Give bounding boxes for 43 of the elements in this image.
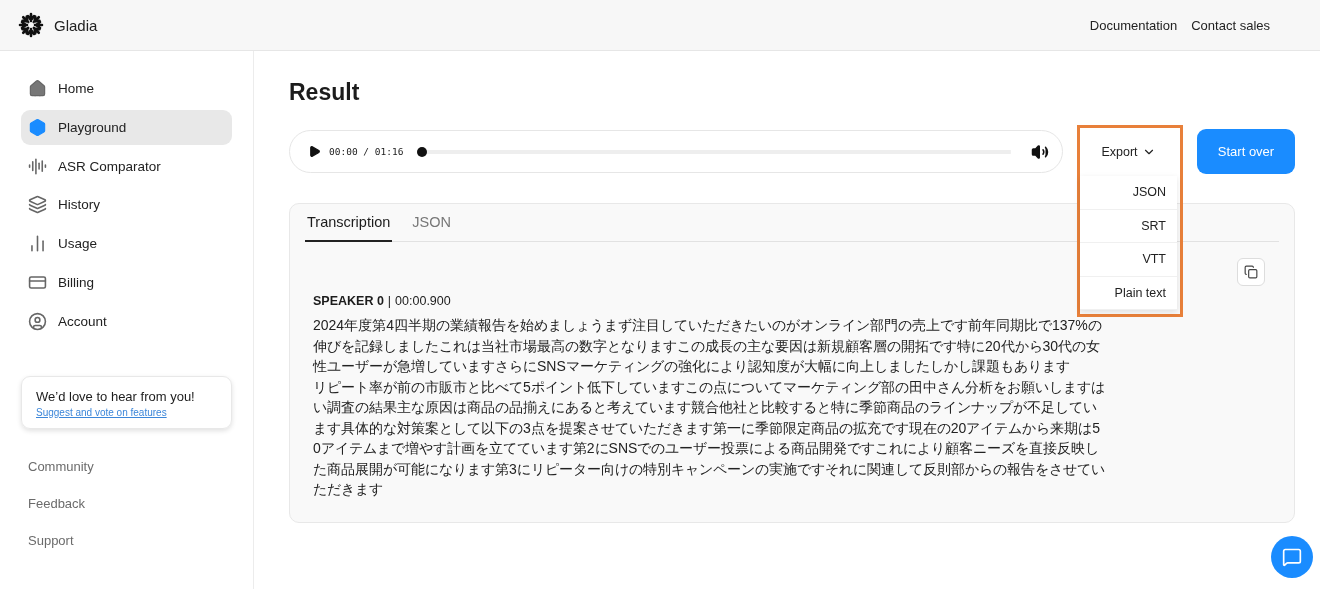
user-icon: [28, 311, 47, 331]
sidebar-item[interactable]: Usage: [21, 226, 232, 262]
seek-thumb[interactable]: [417, 146, 428, 157]
chat-icon: [1282, 547, 1302, 567]
card-icon: [28, 273, 47, 292]
chat-button[interactable]: [1271, 536, 1313, 578]
play-icon[interactable]: [308, 145, 321, 158]
transcript-paragraph: リピート率が前の市販市と比べて5ポイント低下していますこの点についてマーケティング部の田中さん分析をお願いしますはい調査の結果主な原因は商品の品揃えにあると考えています競合他社と比較すると特に季節商品のラインナップが不足しています具体的な対策案として以下の3点を提案させていただきます第一に季節限定商品の拡充です現在の20アイテムから来期は50アイテムまで増やす計画を立てています第2にSNSでのユーザー投票による商品開発ですこれにより顧客ニーズを直接反映した商品展開が可能になります第3にリピーター向けの特別キャンペーンの実施ですそれに関連して反則部からの報告をさせていただきます: [313, 377, 1105, 499]
cube-icon: [28, 117, 47, 137]
layers-icon: [28, 195, 47, 215]
feedback-title: We’d love to hear from you!: [36, 388, 196, 404]
footer-link[interactable]: Support: [28, 532, 232, 548]
brand-name: Gladia: [54, 16, 98, 34]
tab[interactable]: Transcription: [305, 214, 393, 242]
export-option[interactable]: JSON: [1080, 176, 1177, 210]
sidebar-item[interactable]: Home: [21, 71, 232, 106]
export-option[interactable]: VTT: [1080, 243, 1177, 277]
timestamp: 00:00.900: [395, 294, 451, 308]
page-title: Result: [289, 79, 361, 106]
sidebar-item[interactable]: History: [21, 187, 232, 223]
playback-time: 00:00 / 01:16: [329, 146, 404, 157]
export-option[interactable]: Plain text: [1080, 276, 1177, 310]
header-link[interactable]: Contact sales: [1191, 17, 1270, 33]
copy-icon: [1244, 265, 1258, 279]
copy-button[interactable]: [1237, 258, 1265, 286]
footer-link[interactable]: Community: [28, 458, 232, 474]
bar-chart-icon: [28, 234, 47, 254]
sidebar-item[interactable]: ASR Comparator: [21, 148, 232, 184]
speaker-label: SPEAKER 0: [313, 294, 384, 308]
sidebar-item[interactable]: Account: [21, 303, 232, 339]
footer-link[interactable]: Feedback: [28, 495, 232, 511]
sidebar-item[interactable]: Playground: [21, 109, 232, 145]
house-icon: [28, 79, 47, 98]
export-option[interactable]: SRT: [1080, 209, 1177, 243]
separator: |: [387, 294, 392, 308]
sound-wave-icon: [28, 156, 47, 176]
tab[interactable]: JSON: [410, 214, 453, 242]
sidebar-item[interactable]: Billing: [21, 265, 232, 300]
feature-link[interactable]: Suggest and vote on features: [36, 406, 217, 418]
volume-icon[interactable]: [1031, 142, 1049, 161]
transcript-paragraph: 2024年度第4四半期の業績報告を始めましょうまず注目していただきたいのがオンライン部門の売上です前年同期比で137%の伸びを記録しましたこれは当社市場最高の数字となりますこの成長の主な要因は新規顧客層の開拓です特に20代から30代の女性ユーザーが急増していますさらにSNSマーケティングの強化により認知度が大幅に向上しましたしかし課題もあります: [313, 316, 1103, 376]
logo-icon: [18, 12, 44, 38]
header-link[interactable]: Documentation: [1089, 17, 1178, 33]
